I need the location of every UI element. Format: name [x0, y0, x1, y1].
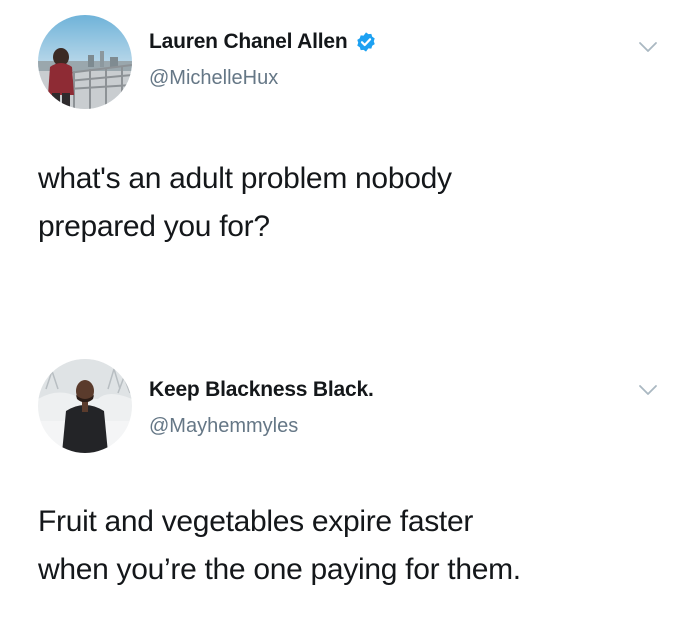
tweet-reply: Keep Blackness Black. @Mayhemmyles Fruit… — [0, 345, 700, 627]
tweet-text-line: prepared you for? — [38, 210, 270, 243]
author-handle[interactable]: @Mayhemmyles — [149, 415, 298, 438]
avatar-photo-icon — [38, 359, 132, 453]
author-row: Keep Blackness Black. — [149, 378, 374, 402]
tweet-thread: Lauren Chanel Allen @MichelleHux what's … — [0, 0, 700, 627]
tweet-original: Lauren Chanel Allen @MichelleHux what's … — [0, 0, 700, 300]
verified-badge-icon — [357, 32, 376, 52]
display-name[interactable]: Lauren Chanel Allen — [149, 30, 348, 54]
avatar[interactable] — [38, 15, 132, 109]
avatar[interactable] — [38, 359, 132, 453]
tweet-text-line: what's an adult problem nobody — [38, 162, 452, 195]
tweet-text-line: when you’re the one paying for them. — [38, 553, 521, 586]
display-name[interactable]: Keep Blackness Black. — [149, 378, 374, 402]
tweet-text-line: Fruit and vegetables expire faster — [38, 505, 474, 538]
chevron-down-icon[interactable] — [638, 40, 658, 54]
author-row: Lauren Chanel Allen — [149, 30, 377, 54]
avatar-photo-icon — [38, 15, 132, 109]
author-handle[interactable]: @MichelleHux — [149, 67, 278, 90]
chevron-down-icon[interactable] — [638, 383, 658, 397]
tweet-text: what's an adult problem nobody prepared … — [38, 155, 658, 251]
tweet-text: Fruit and vegetables expire faster when … — [38, 498, 658, 594]
